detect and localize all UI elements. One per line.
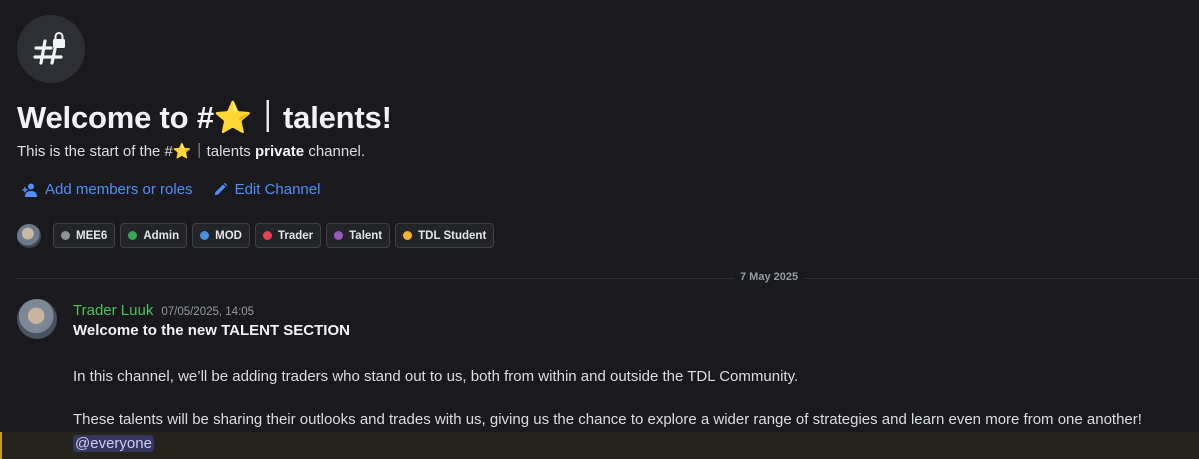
- hash-lock-icon: [17, 15, 85, 83]
- role-label: MEE6: [76, 229, 108, 242]
- edit-channel-label: Edit Channel: [234, 181, 321, 198]
- role-color-dot: [128, 231, 138, 240]
- role-label: TDL Student: [418, 229, 487, 242]
- role-pill-tdl-student[interactable]: TDL Student: [395, 223, 495, 248]
- role-pill-mee6[interactable]: MEE6: [53, 223, 116, 248]
- author-avatar[interactable]: [17, 299, 57, 339]
- everyone-mention[interactable]: @everyone: [73, 435, 154, 452]
- start-text-bold: private: [254, 143, 305, 160]
- add-members-button[interactable]: Add members or roles: [22, 181, 193, 198]
- role-color-dot: [200, 231, 210, 240]
- role-color-dot: [334, 231, 344, 240]
- channel-access-list: MEE6 Admin MOD Trader Talent TDL Student: [17, 223, 495, 248]
- role-color-dot: [262, 231, 272, 240]
- date-divider: [17, 278, 1199, 279]
- message-header: Trader Luuk 07/05/2025, 14:05: [73, 302, 254, 319]
- message-author[interactable]: Trader Luuk: [73, 302, 153, 319]
- role-pill-talent[interactable]: Talent: [326, 223, 391, 248]
- message-paragraph: These talents will be sharing their outl…: [73, 411, 1142, 428]
- channel-page: Welcome to #⭐｜talents! This is the start…: [0, 0, 1199, 459]
- start-text-suffix: channel.: [304, 143, 366, 160]
- role-color-dot: [403, 231, 413, 240]
- role-pill-mod[interactable]: MOD: [192, 223, 250, 248]
- channel-actions: Add members or roles Edit Channel: [22, 181, 320, 198]
- role-label: Talent: [349, 229, 383, 242]
- add-members-label: Add members or roles: [45, 181, 193, 198]
- role-pill-admin[interactable]: Admin: [120, 223, 188, 248]
- add-members-icon: [22, 183, 37, 197]
- start-text-prefix: This is the start of the #⭐｜talents: [17, 143, 255, 160]
- role-label: MOD: [215, 229, 242, 242]
- role-label: Admin: [143, 229, 180, 242]
- role-pill-trader[interactable]: Trader: [254, 223, 322, 248]
- welcome-title: Welcome to #⭐｜talents!: [17, 100, 392, 135]
- message-heading: Welcome to the new TALENT SECTION: [73, 322, 350, 339]
- role-label: Trader: [277, 229, 314, 242]
- channel-start-text: This is the start of the #⭐｜talents priv…: [17, 140, 365, 161]
- message-timestamp: 07/05/2025, 14:05: [161, 306, 255, 318]
- pencil-icon: [214, 182, 227, 196]
- role-color-dot: [61, 231, 70, 240]
- date-divider-label: 7 May 2025: [734, 271, 805, 283]
- edit-channel-button[interactable]: Edit Channel: [213, 181, 321, 198]
- member-avatar[interactable]: [17, 223, 41, 248]
- mention-highlight: [0, 432, 1199, 459]
- message-paragraph: In this channel, we’ll be adding traders…: [73, 368, 799, 385]
